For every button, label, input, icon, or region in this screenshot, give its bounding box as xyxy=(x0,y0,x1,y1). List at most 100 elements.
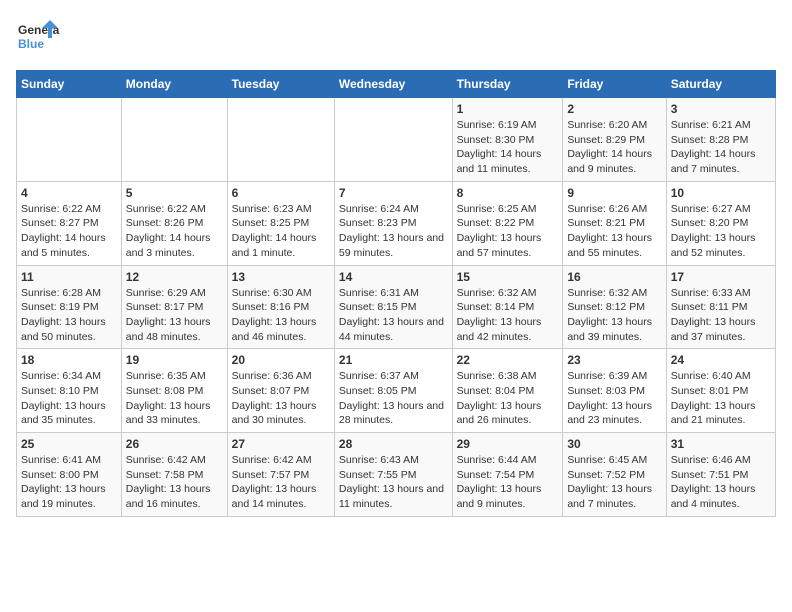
day-number: 28 xyxy=(339,437,448,451)
day-number: 30 xyxy=(567,437,661,451)
col-header-wednesday: Wednesday xyxy=(334,71,452,98)
day-info: Sunrise: 6:20 AM Sunset: 8:29 PM Dayligh… xyxy=(567,118,661,177)
col-header-thursday: Thursday xyxy=(452,71,563,98)
day-info: Sunrise: 6:29 AM Sunset: 8:17 PM Dayligh… xyxy=(126,286,223,345)
day-info: Sunrise: 6:32 AM Sunset: 8:14 PM Dayligh… xyxy=(457,286,559,345)
calendar-cell: 26 Sunrise: 6:42 AM Sunset: 7:58 PM Dayli… xyxy=(121,433,227,517)
day-info: Sunrise: 6:42 AM Sunset: 7:57 PM Dayligh… xyxy=(232,453,330,512)
week-row-4: 18Sunrise: 6:34 AM Sunset: 8:10 PM Dayli… xyxy=(17,349,776,433)
day-number: 23 xyxy=(567,353,661,367)
svg-text:Blue: Blue xyxy=(18,37,44,51)
col-header-friday: Friday xyxy=(563,71,666,98)
day-number: 16 xyxy=(567,270,661,284)
day-info: Sunrise: 6:38 AM Sunset: 8:04 PM Dayligh… xyxy=(457,369,559,428)
col-header-sunday: Sunday xyxy=(17,71,122,98)
day-info: Sunrise: 6:42 AM Sunset: 7:58 PM Dayligh… xyxy=(126,453,223,512)
day-number: 26 xyxy=(126,437,223,451)
day-info: Sunrise: 6:32 AM Sunset: 8:12 PM Dayligh… xyxy=(567,286,661,345)
calendar-header: SundayMondayTuesdayWednesdayThursdayFrid… xyxy=(17,71,776,98)
day-info: Sunrise: 6:44 AM Sunset: 7:54 PM Dayligh… xyxy=(457,453,559,512)
header: General Blue xyxy=(16,16,776,60)
calendar-cell: 8Sunrise: 6:25 AM Sunset: 8:22 PM Daylig… xyxy=(452,181,563,265)
day-info: Sunrise: 6:19 AM Sunset: 8:30 PM Dayligh… xyxy=(457,118,559,177)
calendar-cell: 23 Sunrise: 6:39 AM Sunset: 8:03 PM Dayli… xyxy=(563,349,666,433)
day-info: Sunrise: 6:21 AM Sunset: 8:28 PM Dayligh… xyxy=(671,118,771,177)
calendar-cell: 19 Sunrise: 6:35 AM Sunset: 8:08 PM Dayli… xyxy=(121,349,227,433)
calendar-cell xyxy=(17,98,122,182)
day-info: Sunrise: 6:34 AM Sunset: 8:10 PM Dayligh… xyxy=(21,369,117,428)
logo: General Blue xyxy=(16,16,60,60)
calendar-cell: 13 Sunrise: 6:30 AM Sunset: 8:16 PM Dayli… xyxy=(227,265,334,349)
calendar-cell: 18Sunrise: 6:34 AM Sunset: 8:10 PM Dayli… xyxy=(17,349,122,433)
day-info: Sunrise: 6:35 AM Sunset: 8:08 PM Dayligh… xyxy=(126,369,223,428)
calendar-cell: 3 Sunrise: 6:21 AM Sunset: 8:28 PM Daylig… xyxy=(666,98,775,182)
calendar-cell: 17Sunrise: 6:33 AM Sunset: 8:11 PM Dayli… xyxy=(666,265,775,349)
day-number: 10 xyxy=(671,186,771,200)
day-number: 1 xyxy=(457,102,559,116)
day-info: Sunrise: 6:22 AM Sunset: 8:27 PM Dayligh… xyxy=(21,202,117,261)
day-info: Sunrise: 6:37 AM Sunset: 8:05 PM Dayligh… xyxy=(339,369,448,428)
col-header-monday: Monday xyxy=(121,71,227,98)
day-number: 6 xyxy=(232,186,330,200)
day-number: 17 xyxy=(671,270,771,284)
day-info: Sunrise: 6:23 AM Sunset: 8:25 PM Dayligh… xyxy=(232,202,330,261)
calendar-cell: 11 Sunrise: 6:28 AM Sunset: 8:19 PM Dayli… xyxy=(17,265,122,349)
calendar-cell: 12 Sunrise: 6:29 AM Sunset: 8:17 PM Dayli… xyxy=(121,265,227,349)
day-info: Sunrise: 6:27 AM Sunset: 8:20 PM Dayligh… xyxy=(671,202,771,261)
day-number: 27 xyxy=(232,437,330,451)
calendar-cell: 1 Sunrise: 6:19 AM Sunset: 8:30 PM Daylig… xyxy=(452,98,563,182)
day-number: 14 xyxy=(339,270,448,284)
logo-svg: General Blue xyxy=(16,16,60,60)
day-info: Sunrise: 6:22 AM Sunset: 8:26 PM Dayligh… xyxy=(126,202,223,261)
day-number: 3 xyxy=(671,102,771,116)
calendar-cell: 27 Sunrise: 6:42 AM Sunset: 7:57 PM Dayli… xyxy=(227,433,334,517)
calendar-cell: 6 Sunrise: 6:23 AM Sunset: 8:25 PM Daylig… xyxy=(227,181,334,265)
day-number: 25 xyxy=(21,437,117,451)
day-info: Sunrise: 6:41 AM Sunset: 8:00 PM Dayligh… xyxy=(21,453,117,512)
col-header-saturday: Saturday xyxy=(666,71,775,98)
calendar-cell: 21Sunrise: 6:37 AM Sunset: 8:05 PM Dayli… xyxy=(334,349,452,433)
calendar-cell: 31Sunrise: 6:46 AM Sunset: 7:51 PM Dayli… xyxy=(666,433,775,517)
week-row-3: 11 Sunrise: 6:28 AM Sunset: 8:19 PM Dayli… xyxy=(17,265,776,349)
calendar-cell: 2 Sunrise: 6:20 AM Sunset: 8:29 PM Daylig… xyxy=(563,98,666,182)
day-number: 12 xyxy=(126,270,223,284)
calendar-body: 1 Sunrise: 6:19 AM Sunset: 8:30 PM Daylig… xyxy=(17,98,776,517)
calendar-cell: 5 Sunrise: 6:22 AM Sunset: 8:26 PM Daylig… xyxy=(121,181,227,265)
day-number: 19 xyxy=(126,353,223,367)
week-row-5: 25 Sunrise: 6:41 AM Sunset: 8:00 PM Dayli… xyxy=(17,433,776,517)
week-row-1: 1 Sunrise: 6:19 AM Sunset: 8:30 PM Daylig… xyxy=(17,98,776,182)
day-info: Sunrise: 6:24 AM Sunset: 8:23 PM Dayligh… xyxy=(339,202,448,261)
day-info: Sunrise: 6:39 AM Sunset: 8:03 PM Dayligh… xyxy=(567,369,661,428)
calendar-cell: 29Sunrise: 6:44 AM Sunset: 7:54 PM Dayli… xyxy=(452,433,563,517)
calendar-table: SundayMondayTuesdayWednesdayThursdayFrid… xyxy=(16,70,776,517)
day-number: 5 xyxy=(126,186,223,200)
calendar-cell: 24 Sunrise: 6:40 AM Sunset: 8:01 PM Dayli… xyxy=(666,349,775,433)
day-info: Sunrise: 6:28 AM Sunset: 8:19 PM Dayligh… xyxy=(21,286,117,345)
calendar-cell: 14 Sunrise: 6:31 AM Sunset: 8:15 PM Dayli… xyxy=(334,265,452,349)
calendar-cell: 7Sunrise: 6:24 AM Sunset: 8:23 PM Daylig… xyxy=(334,181,452,265)
calendar-cell: 9 Sunrise: 6:26 AM Sunset: 8:21 PM Daylig… xyxy=(563,181,666,265)
calendar-cell: 15Sunrise: 6:32 AM Sunset: 8:14 PM Dayli… xyxy=(452,265,563,349)
calendar-cell: 30 Sunrise: 6:45 AM Sunset: 7:52 PM Dayli… xyxy=(563,433,666,517)
week-row-2: 4 Sunrise: 6:22 AM Sunset: 8:27 PM Daylig… xyxy=(17,181,776,265)
calendar-cell xyxy=(121,98,227,182)
day-info: Sunrise: 6:30 AM Sunset: 8:16 PM Dayligh… xyxy=(232,286,330,345)
day-number: 22 xyxy=(457,353,559,367)
day-number: 11 xyxy=(21,270,117,284)
day-number: 9 xyxy=(567,186,661,200)
day-number: 2 xyxy=(567,102,661,116)
day-info: Sunrise: 6:31 AM Sunset: 8:15 PM Dayligh… xyxy=(339,286,448,345)
day-number: 4 xyxy=(21,186,117,200)
day-number: 24 xyxy=(671,353,771,367)
day-number: 20 xyxy=(232,353,330,367)
calendar-cell: 25 Sunrise: 6:41 AM Sunset: 8:00 PM Dayli… xyxy=(17,433,122,517)
calendar-cell: 4 Sunrise: 6:22 AM Sunset: 8:27 PM Daylig… xyxy=(17,181,122,265)
day-info: Sunrise: 6:26 AM Sunset: 8:21 PM Dayligh… xyxy=(567,202,661,261)
day-info: Sunrise: 6:40 AM Sunset: 8:01 PM Dayligh… xyxy=(671,369,771,428)
day-info: Sunrise: 6:36 AM Sunset: 8:07 PM Dayligh… xyxy=(232,369,330,428)
calendar-cell: 10 Sunrise: 6:27 AM Sunset: 8:20 PM Dayli… xyxy=(666,181,775,265)
day-info: Sunrise: 6:45 AM Sunset: 7:52 PM Dayligh… xyxy=(567,453,661,512)
day-number: 31 xyxy=(671,437,771,451)
calendar-cell: 20 Sunrise: 6:36 AM Sunset: 8:07 PM Dayli… xyxy=(227,349,334,433)
day-number: 13 xyxy=(232,270,330,284)
